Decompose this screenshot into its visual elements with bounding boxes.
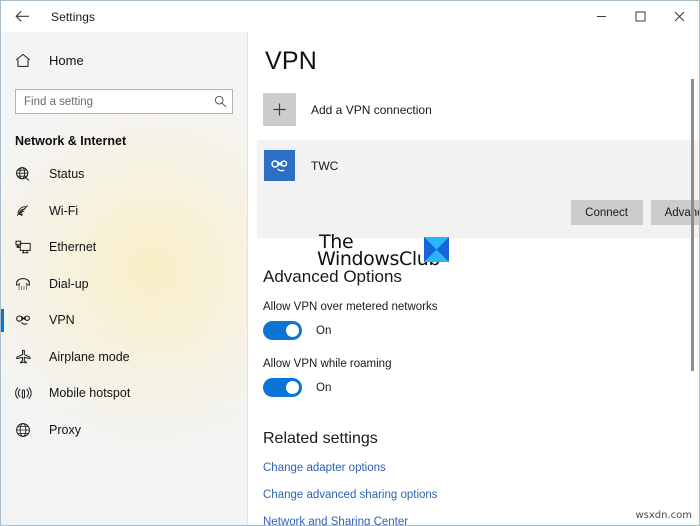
sidebar-item-label: Wi-Fi <box>49 203 79 218</box>
sidebar-item-label: Ethernet <box>49 240 97 255</box>
toggle-metered-networks[interactable] <box>263 321 302 340</box>
link-change-advanced-sharing-options[interactable]: Change advanced sharing options <box>263 489 699 501</box>
vpn-connection-card[interactable]: TWC Connect Advanced options Remove <box>257 140 699 238</box>
vpn-icon <box>15 314 37 326</box>
sidebar-item-dialup[interactable]: Dial-up <box>1 266 247 303</box>
caption-buttons <box>582 1 699 32</box>
sidebar-item-label: Mobile hotspot <box>49 386 131 401</box>
toggle-knob <box>286 381 299 394</box>
scrollbar-thumb[interactable] <box>691 79 694 371</box>
airplane-icon <box>15 349 37 364</box>
maximize-button[interactable] <box>621 1 660 32</box>
add-vpn-connection-label: Add a VPN connection <box>311 102 432 117</box>
wifi-icon <box>15 203 37 218</box>
window-title: Settings <box>51 9 96 24</box>
sidebar-item-airplane-mode[interactable]: Airplane mode <box>1 339 247 376</box>
sidebar-item-mobile-hotspot[interactable]: Mobile hotspot <box>1 375 247 412</box>
minimize-button[interactable] <box>582 1 621 32</box>
home-label: Home <box>49 52 84 68</box>
dialup-phone-icon <box>15 276 37 291</box>
toggle-vpn-while-roaming[interactable] <box>263 378 302 397</box>
sidebar-item-label: Airplane mode <box>49 349 130 364</box>
add-vpn-connection-button[interactable]: Add a VPN connection <box>263 93 583 126</box>
sidebar-item-proxy[interactable]: Proxy <box>1 412 247 449</box>
settings-window: Settings Home Find a setting Network & I… <box>0 0 700 526</box>
vpn-connection-row: TWC <box>257 150 699 181</box>
sidebar: Home Network & Internet <box>1 32 248 525</box>
page-title: VPN <box>265 47 318 75</box>
toggle-label-metered: Allow VPN over metered networks <box>263 301 438 313</box>
sidebar-item-label: Status <box>49 167 85 182</box>
sidebar-item-status[interactable]: Status <box>1 156 247 193</box>
toggle-row-metered: On <box>263 321 699 340</box>
link-network-and-sharing-center[interactable]: Network and Sharing Center <box>263 516 699 525</box>
toggle-row-roaming: On <box>263 378 699 397</box>
connect-button[interactable]: Connect <box>570 200 643 225</box>
sidebar-item-vpn[interactable]: VPN <box>1 302 247 339</box>
vpn-connection-icon <box>264 150 295 181</box>
sidebar-item-ethernet[interactable]: Ethernet <box>1 229 247 266</box>
sidebar-nav-list: Status Wi-Fi Ethernet Dial-up VPN Airpla… <box>1 156 247 448</box>
home-icon <box>15 53 37 68</box>
proxy-globe-icon <box>15 422 37 438</box>
sidebar-section-label: Network & Internet <box>15 134 127 148</box>
search-input[interactable] <box>16 95 208 108</box>
toggle-knob <box>286 324 299 337</box>
windowsclub-logo-icon <box>424 237 449 262</box>
search-icon <box>208 95 232 108</box>
sidebar-item-wifi[interactable]: Wi-Fi <box>1 193 247 230</box>
content-scrollbar[interactable] <box>687 32 696 525</box>
sidebar-item-label: Dial-up <box>49 276 89 291</box>
mobile-hotspot-icon <box>15 386 37 401</box>
title-bar: Settings <box>1 1 699 32</box>
sidebar-item-label: VPN <box>49 313 75 328</box>
toggle-state-roaming: On <box>316 381 332 394</box>
ethernet-icon <box>15 240 37 255</box>
advanced-options-heading: Advanced Options <box>263 267 402 286</box>
link-change-adapter-options[interactable]: Change adapter options <box>263 462 699 474</box>
sidebar-item-label: Proxy <box>49 422 81 437</box>
toggle-state-metered: On <box>316 324 332 337</box>
toggle-label-roaming: Allow VPN while roaming <box>263 358 392 370</box>
main-content: VPN Add a VPN connection TWC Connect Adv… <box>249 32 699 525</box>
status-globe-icon <box>15 166 37 182</box>
toggle-group-metered: Allow VPN over metered networks On <box>263 301 699 340</box>
site-watermark: wsxdn.com <box>635 510 692 521</box>
plus-icon <box>263 93 296 126</box>
sidebar-item-home[interactable]: Home <box>1 41 247 79</box>
vpn-connection-name: TWC <box>311 158 339 173</box>
related-settings-heading: Related settings <box>263 430 378 447</box>
vpn-connection-actions: Connect Advanced options Remove <box>257 200 699 225</box>
close-button[interactable] <box>660 1 699 32</box>
search-box[interactable] <box>15 89 233 114</box>
back-button[interactable] <box>1 1 43 32</box>
toggle-group-roaming: Allow VPN while roaming On <box>263 358 699 397</box>
